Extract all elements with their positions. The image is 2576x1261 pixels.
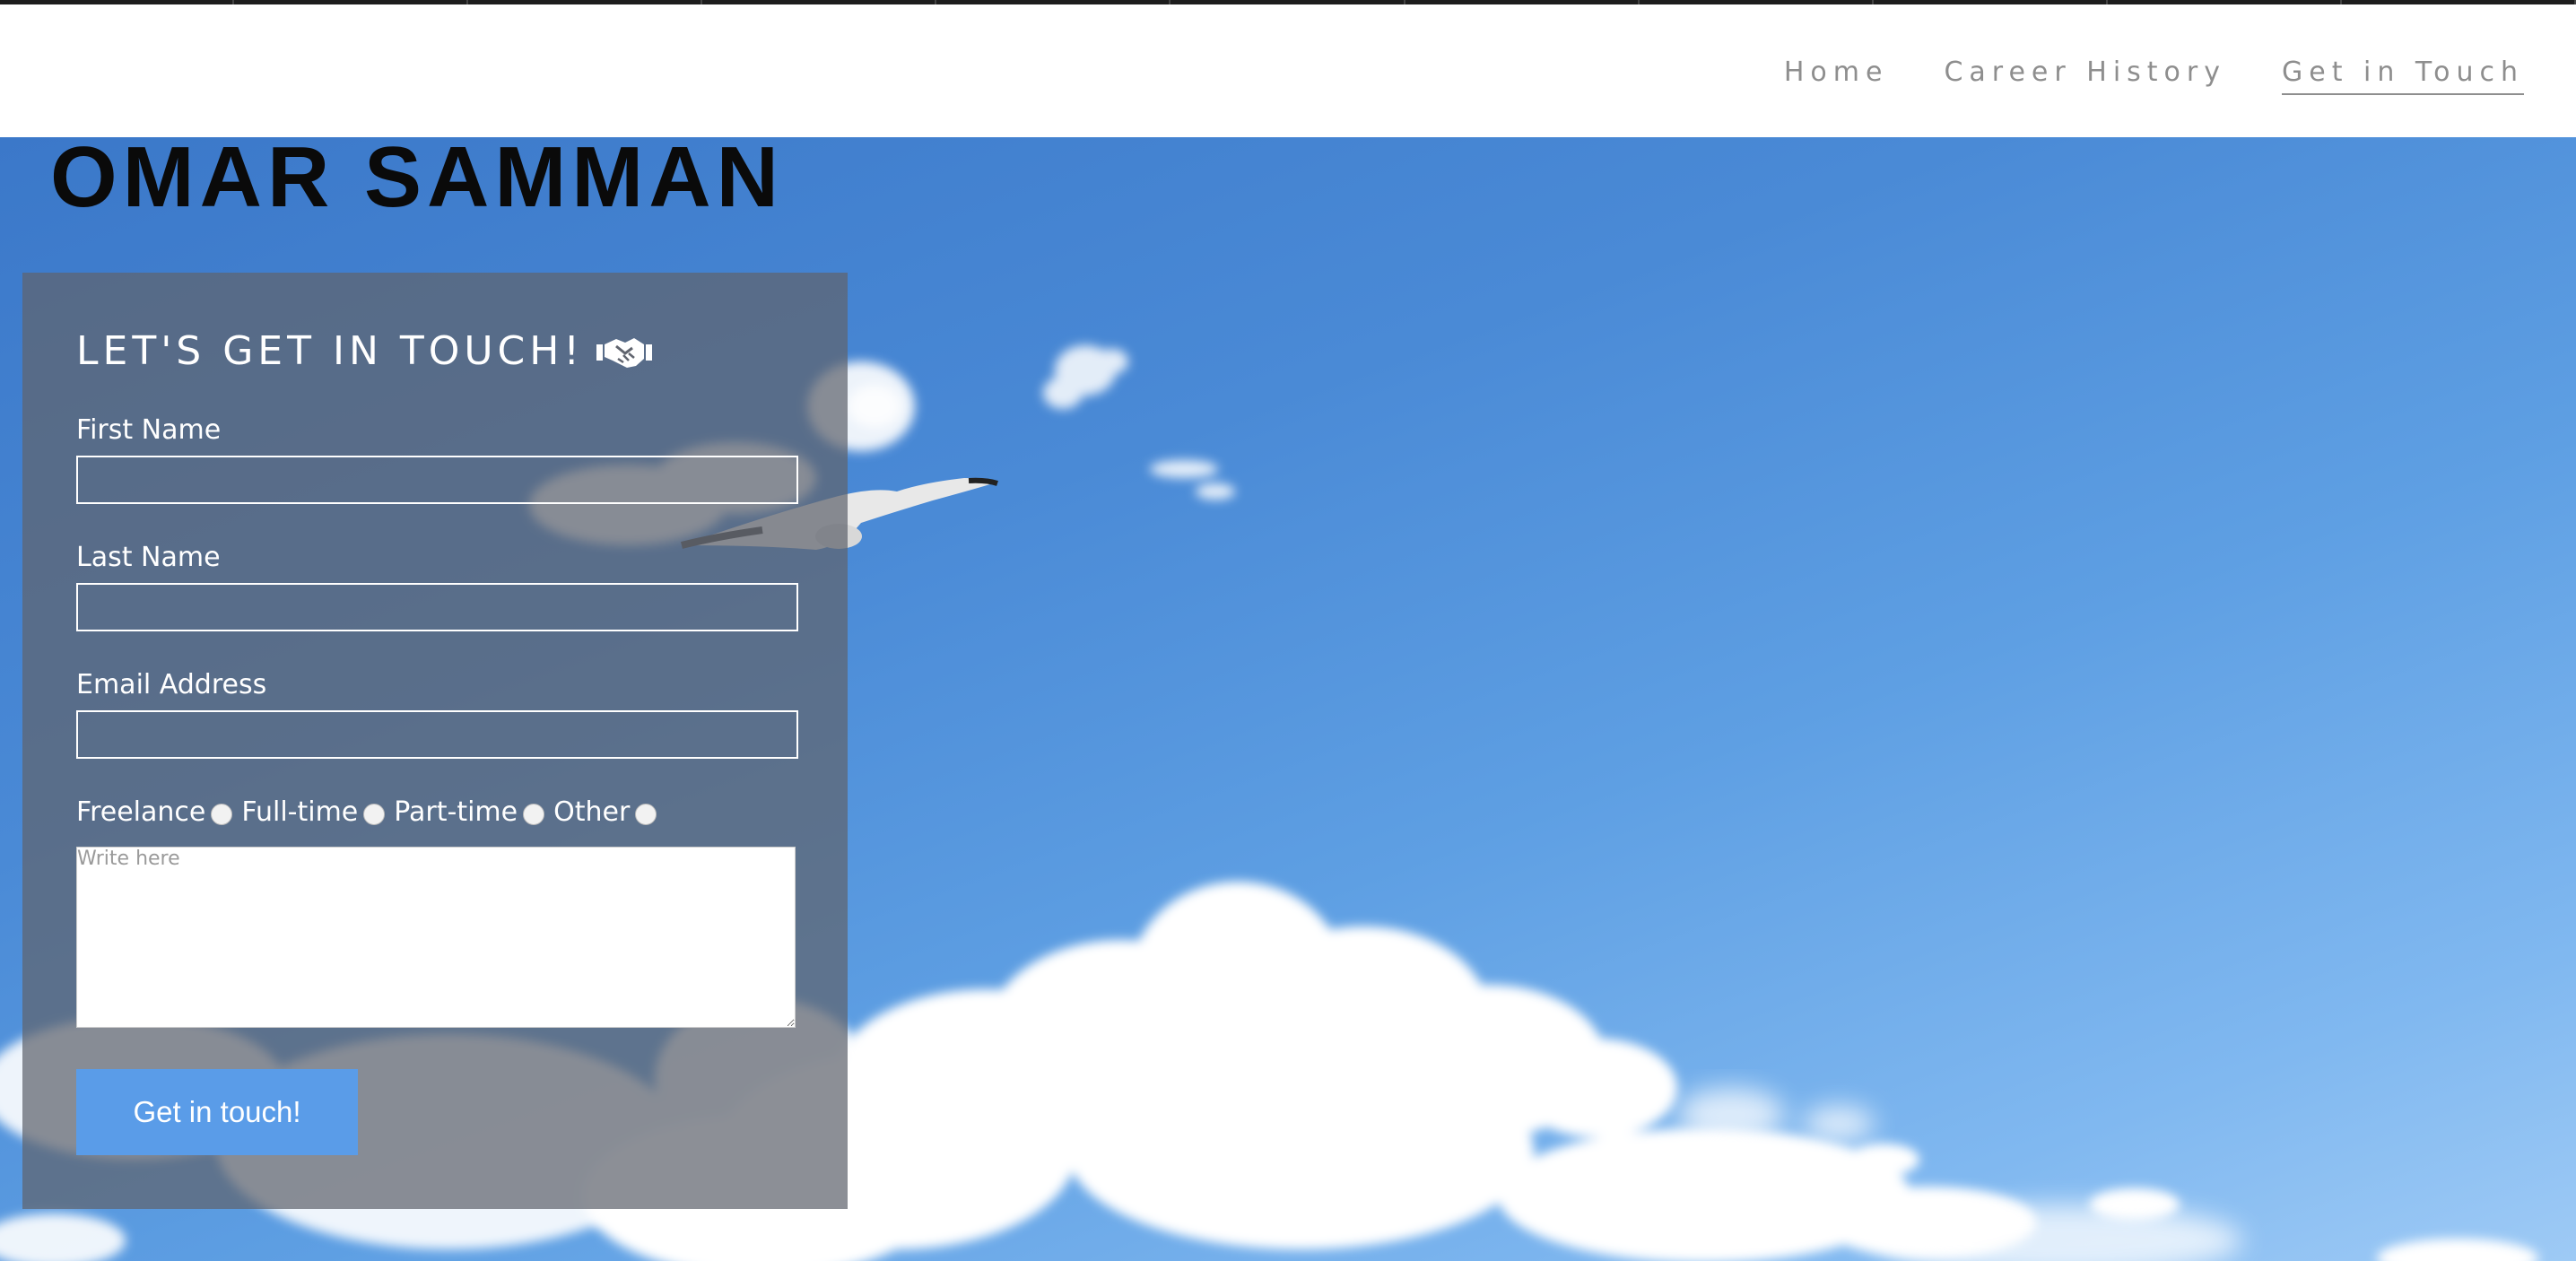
first-name-label: First Name	[76, 414, 222, 446]
get-in-touch-submit-button[interactable]: Get in touch!	[76, 1069, 358, 1155]
email-address-input[interactable]	[76, 710, 798, 759]
nav-link-career-history[interactable]: Career History	[1944, 57, 2226, 95]
radio-full-time[interactable]	[363, 803, 386, 825]
site-title: OMAR SAMMAN	[50, 129, 784, 225]
top-nav-bar: Home Career History Get in Touch	[0, 4, 2576, 137]
nav-link-get-in-touch[interactable]: Get in Touch	[2282, 57, 2524, 95]
radio-option-other[interactable]: Other	[553, 796, 657, 828]
radio-label-part-time: Part-time	[394, 796, 518, 828]
radio-option-freelance[interactable]: Freelance	[76, 796, 233, 828]
message-textarea[interactable]	[76, 847, 796, 1028]
first-name-input[interactable]	[76, 456, 798, 504]
radio-option-full-time[interactable]: Full-time	[241, 796, 386, 828]
job-type-radio-group: Freelance Full-time Part-time Other	[76, 796, 666, 828]
email-address-label: Email Address	[76, 669, 267, 700]
radio-option-part-time[interactable]: Part-time	[394, 796, 545, 828]
handshake-icon	[596, 337, 653, 368]
form-title-text: LET'S GET IN TOUCH!	[76, 328, 585, 374]
radio-label-full-time: Full-time	[241, 796, 359, 828]
form-title: LET'S GET IN TOUCH!	[76, 328, 653, 374]
contact-form-panel: LET'S GET IN TOUCH! First Name Last Name…	[22, 273, 848, 1209]
main-nav: Home Career History Get in Touch	[1784, 57, 2524, 95]
radio-part-time[interactable]	[523, 803, 545, 825]
radio-other[interactable]	[635, 803, 657, 825]
radio-label-other: Other	[553, 796, 631, 828]
last-name-label: Last Name	[76, 542, 221, 573]
radio-label-freelance: Freelance	[76, 796, 206, 828]
radio-freelance[interactable]	[211, 803, 233, 825]
nav-link-home[interactable]: Home	[1784, 57, 1889, 95]
last-name-input[interactable]	[76, 583, 798, 631]
